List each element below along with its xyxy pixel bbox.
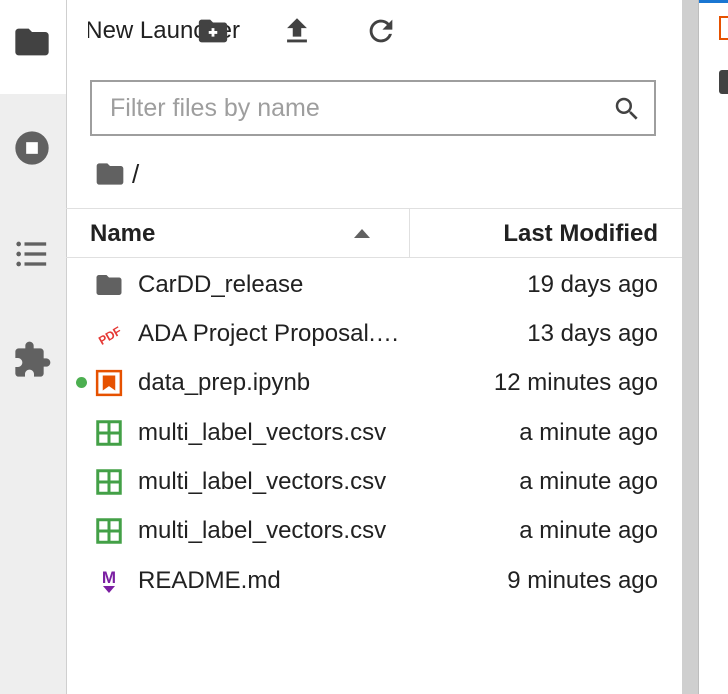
file-row[interactable]: multi_label_vectors.csv a minute ago <box>66 408 682 457</box>
file-name: data_prep.ipynb <box>138 369 311 396</box>
spreadsheet-icon <box>96 518 122 544</box>
column-header-name[interactable]: Name <box>90 209 155 259</box>
file-modified: a minute ago <box>519 468 658 495</box>
upload-icon[interactable] <box>280 14 314 48</box>
filter-files-box <box>90 80 656 136</box>
running-indicator <box>76 377 87 388</box>
notebook-icon <box>95 369 123 397</box>
notebook-tab-icon[interactable] <box>719 16 728 40</box>
stop-circle-icon[interactable] <box>12 128 52 168</box>
file-browser-toolbar: New Launcher <box>66 0 682 62</box>
file-name: README.md <box>138 567 281 594</box>
active-tab-accent <box>699 0 728 3</box>
markdown-icon: M <box>102 568 116 593</box>
search-icon <box>615 97 638 120</box>
file-list-header: Name Last Modified <box>66 208 682 258</box>
svg-text:PDF: PDF <box>96 324 124 348</box>
file-row[interactable]: multi_label_vectors.csv a minute ago <box>66 457 682 506</box>
folder-icon <box>96 275 122 295</box>
new-folder-icon[interactable] <box>196 14 230 48</box>
spreadsheet-icon <box>96 420 122 446</box>
file-modified: a minute ago <box>519 517 658 544</box>
file-row[interactable]: multi_label_vectors.csv a minute ago <box>66 506 682 555</box>
activity-bar <box>0 0 67 694</box>
file-modified: 13 days ago <box>527 320 658 347</box>
file-row[interactable]: M README.md 9 minutes ago <box>66 556 682 605</box>
activity-tab-file-browser[interactable] <box>0 0 66 94</box>
column-divider[interactable] <box>409 209 410 257</box>
pdf-file-icon: PDF <box>96 324 124 348</box>
panel-splitter[interactable] <box>682 0 698 694</box>
file-name: multi_label_vectors.csv <box>138 517 387 544</box>
list-icon[interactable] <box>12 234 52 274</box>
puzzle-icon[interactable] <box>12 340 52 380</box>
file-row[interactable]: CarDD_release 19 days ago <box>66 260 682 309</box>
refresh-icon[interactable] <box>364 14 398 48</box>
file-name: multi_label_vectors.csv <box>138 468 387 495</box>
terminal-tab-icon[interactable] <box>719 70 728 94</box>
home-folder-icon[interactable] <box>94 158 126 190</box>
column-header-last-modified[interactable]: Last Modified <box>503 209 658 259</box>
file-modified: 9 minutes ago <box>507 567 658 594</box>
file-modified: 12 minutes ago <box>493 369 658 396</box>
filter-files-input[interactable] <box>110 90 590 126</box>
folder-icon <box>15 28 49 56</box>
svg-text:M: M <box>102 568 116 587</box>
main-dock-area <box>698 0 728 694</box>
file-row[interactable]: data_prep.ipynb 12 minutes ago <box>66 358 682 407</box>
file-name: multi_label_vectors.csv <box>138 419 387 446</box>
breadcrumb-path[interactable]: / <box>132 156 139 192</box>
sort-ascending-icon <box>354 229 370 238</box>
spreadsheet-icon <box>96 469 122 495</box>
file-modified: 19 days ago <box>527 271 658 298</box>
file-modified: a minute ago <box>519 419 658 446</box>
file-name: CarDD_release <box>138 271 304 298</box>
file-name: ADA Project Proposal.pdf <box>138 320 400 347</box>
file-row[interactable]: PDF ADA Project Proposal.pdf 13 days ago <box>66 309 682 358</box>
